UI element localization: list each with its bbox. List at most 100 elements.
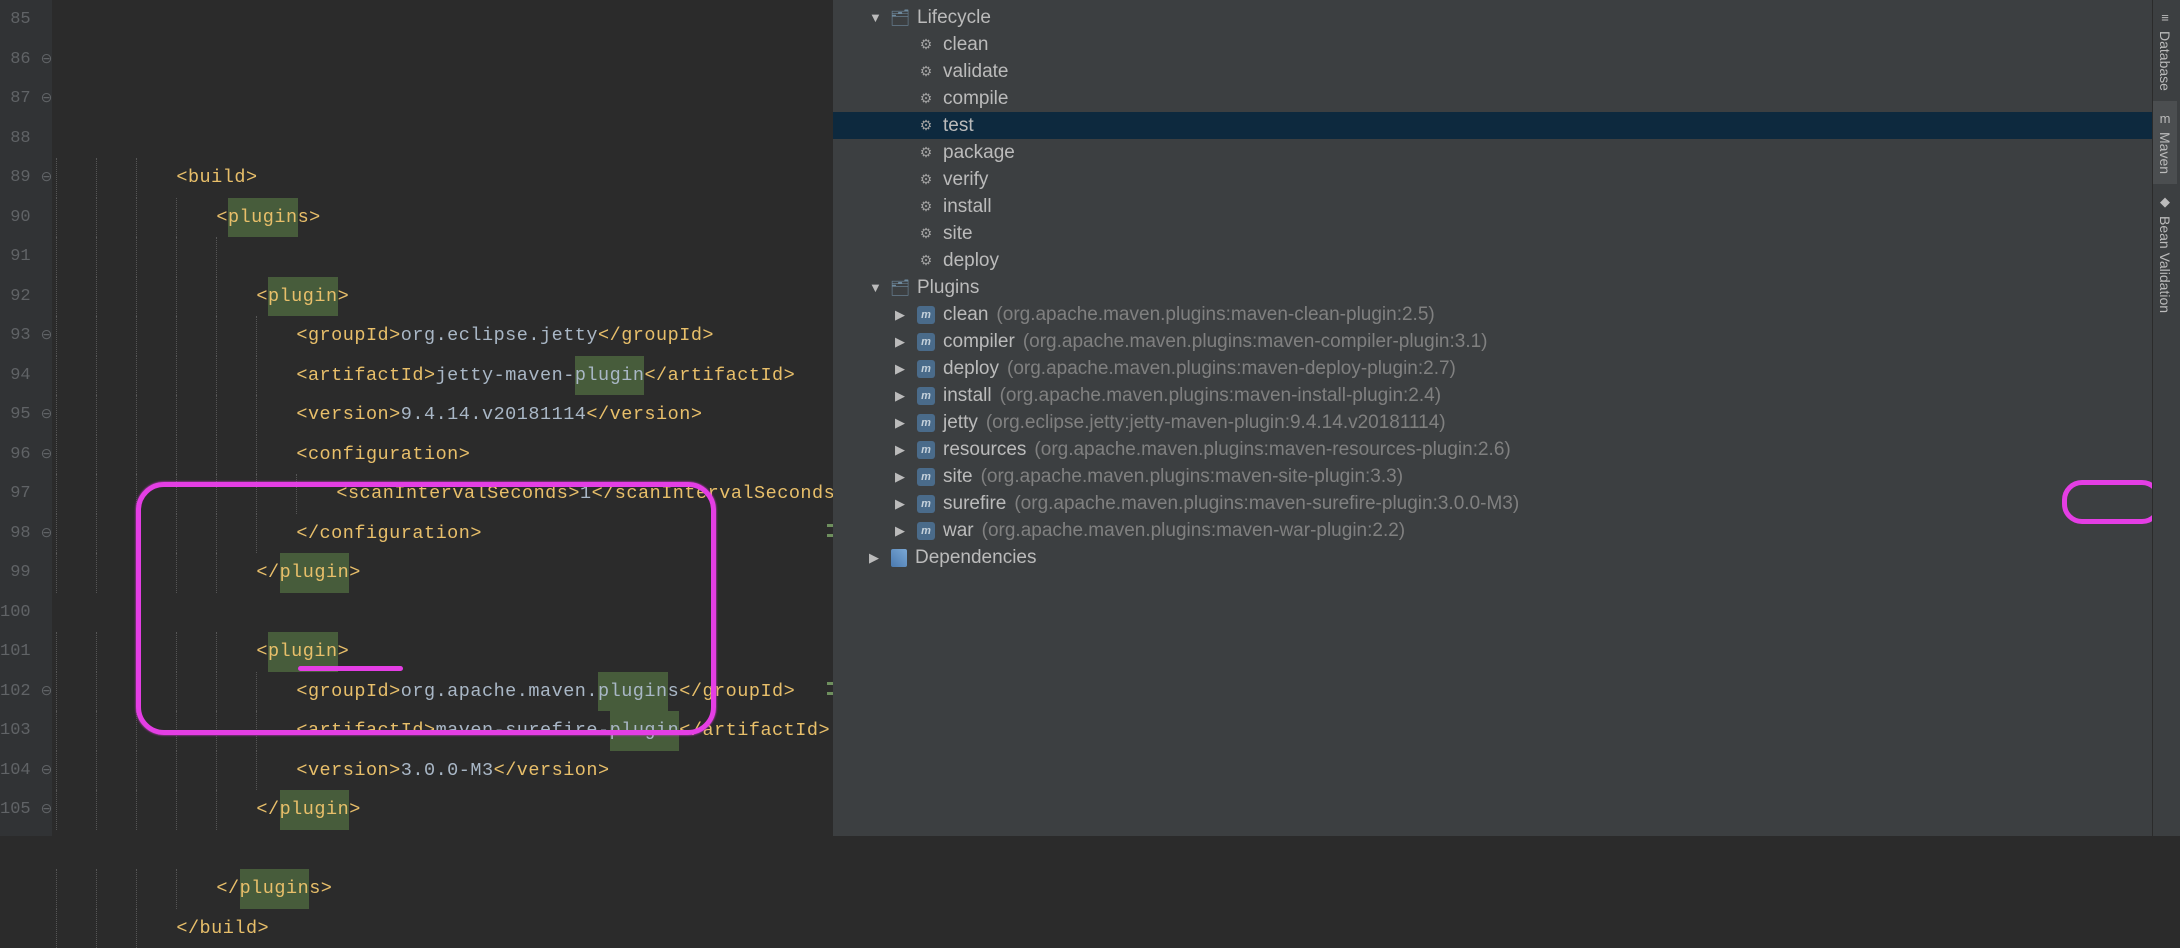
plugin-node-clean[interactable]: ▶mclean (org.apache.maven.plugins:maven-…	[833, 301, 2180, 328]
code-line[interactable]	[56, 593, 847, 633]
fold-handle-icon[interactable]: ⊖	[41, 526, 53, 542]
fold-handle-icon[interactable]: ⊖	[41, 763, 53, 779]
plugin-node-install[interactable]: ▶minstall (org.apache.maven.plugins:mave…	[833, 382, 2180, 409]
fold-handle-icon[interactable]: ⊖	[41, 407, 53, 423]
code-line[interactable]: <scanIntervalSeconds>1</scanIntervalSeco…	[56, 474, 847, 514]
code-line[interactable]: </plugins>	[56, 869, 847, 909]
maven-tool-window[interactable]: ▼🗂Lifecycle⚙clean⚙validate⚙compile⚙test⚙…	[833, 0, 2180, 836]
chevron-right-icon[interactable]: ▶	[895, 523, 909, 539]
code-line[interactable]: <version>3.0.0-M3</version>	[56, 751, 847, 791]
code-area[interactable]: <build><plugins><plugin><groupId>org.ecl…	[52, 0, 847, 836]
maven-plugin-icon: m	[917, 495, 935, 513]
chevron-right-icon[interactable]: ▶	[895, 361, 909, 377]
chevron-right-icon[interactable]: ▶	[895, 496, 909, 512]
tool-tab-bean-validation[interactable]: ◆ Bean Validation	[2153, 184, 2177, 323]
code-line[interactable]: <groupId>org.apache.maven.plugins</group…	[56, 672, 847, 712]
tree-node-label: resources	[943, 439, 1026, 461]
chevron-right-icon[interactable]: ▶	[895, 469, 909, 485]
code-line[interactable]: <plugin>	[56, 277, 847, 317]
lifecycle-goal-validate[interactable]: ⚙validate	[833, 58, 2180, 85]
lifecycle-goal-test[interactable]: ⚙test	[833, 112, 2180, 139]
gear-icon: ⚙	[917, 252, 935, 270]
plugin-node-jetty[interactable]: ▶mjetty (org.eclipse.jetty:jetty-maven-p…	[833, 409, 2180, 436]
tree-node-suffix: (org.apache.maven.plugins:maven-resource…	[1034, 439, 1510, 461]
tree-node-plugins[interactable]: ▼ 🗂 Plugins	[833, 274, 2180, 301]
tree-node-label: site	[943, 466, 973, 488]
lifecycle-goal-verify[interactable]: ⚙ verify	[833, 166, 2180, 193]
line-number: 94	[0, 356, 31, 396]
tool-tab-label: Bean Validation	[2157, 216, 2173, 313]
gear-icon: ⚙	[917, 225, 935, 243]
chevron-down-icon[interactable]: ▼	[869, 10, 883, 25]
tree-node-label: Dependencies	[915, 547, 1036, 569]
line-number: 93	[0, 316, 31, 356]
code-line[interactable]: </build>	[56, 909, 847, 948]
plugin-node-surefire[interactable]: ▶msurefire (org.apache.maven.plugins:mav…	[833, 490, 2180, 517]
tree-node-dependencies[interactable]: ▶ Dependencies	[833, 544, 2180, 571]
code-line[interactable]	[56, 237, 847, 277]
line-number: 86	[0, 40, 31, 80]
code-line[interactable]: </plugin>	[56, 553, 847, 593]
tree-node-suffix: (org.apache.maven.plugins:maven-compiler…	[1023, 331, 1488, 353]
fold-handle-icon[interactable]: ⊖	[41, 170, 53, 186]
maven-plugin-icon: m	[917, 306, 935, 324]
lifecycle-goal-clean[interactable]: ⚙clean	[833, 31, 2180, 58]
gear-icon: ⚙	[917, 117, 935, 135]
plugin-node-compiler[interactable]: ▶mcompiler (org.apache.maven.plugins:mav…	[833, 328, 2180, 355]
lifecycle-goal-compile[interactable]: ⚙compile	[833, 85, 2180, 112]
plugin-node-site[interactable]: ▶msite (org.apache.maven.plugins:maven-s…	[833, 463, 2180, 490]
folder-icon: 🗂	[891, 279, 909, 297]
line-number: 97	[0, 474, 31, 514]
fold-handle-icon[interactable]: ⊖	[41, 91, 53, 107]
tool-tab-database[interactable]: ≡Database	[2153, 0, 2177, 101]
plugin-node-war[interactable]: ▶mwar (org.apache.maven.plugins:maven-wa…	[833, 517, 2180, 544]
code-line[interactable]: <groupId>org.eclipse.jetty</groupId>	[56, 316, 847, 356]
code-line[interactable]	[56, 830, 847, 870]
code-editor[interactable]: 8586878889909192939495969798991001011021…	[0, 0, 833, 836]
tree-node-suffix: (org.apache.maven.plugins:maven-install-…	[1000, 385, 1441, 407]
fold-handle-icon[interactable]: ⊖	[41, 328, 53, 344]
chevron-right-icon[interactable]: ▶	[895, 388, 909, 404]
chevron-right-icon[interactable]: ▶	[895, 307, 909, 323]
gear-icon: ⚙	[917, 171, 935, 189]
lifecycle-goal-install[interactable]: ⚙install	[833, 193, 2180, 220]
tree-node-lifecycle[interactable]: ▼🗂Lifecycle	[833, 4, 2180, 31]
code-line[interactable]: <artifactId>jetty-maven-plugin</artifact…	[56, 356, 847, 396]
tool-tab-maven[interactable]: mMaven	[2153, 101, 2177, 184]
maven-plugin-icon: m	[917, 522, 935, 540]
chevron-right-icon[interactable]: ▶	[895, 334, 909, 350]
code-line[interactable]: <plugin>	[56, 632, 847, 672]
code-line[interactable]	[56, 119, 847, 159]
lifecycle-goal-package[interactable]: ⚙package	[833, 139, 2180, 166]
chevron-right-icon[interactable]: ▶	[895, 442, 909, 458]
tree-node-label: verify	[943, 169, 988, 191]
right-tool-strip[interactable]: ≡DatabasemMaven ◆ Bean Validation	[2152, 0, 2180, 836]
fold-handle-icon[interactable]: ⊖	[41, 52, 53, 68]
chevron-down-icon[interactable]: ▼	[869, 280, 883, 295]
code-line[interactable]: <plugins>	[56, 198, 847, 238]
code-line[interactable]: <build>	[56, 158, 847, 198]
line-number: 95	[0, 395, 31, 435]
chevron-right-icon[interactable]: ▶	[895, 415, 909, 431]
gear-icon: ⚙	[917, 63, 935, 81]
fold-handle-icon[interactable]: ⊖	[41, 684, 53, 700]
tree-node-label: install	[943, 196, 992, 218]
chevron-right-icon[interactable]: ▶	[869, 550, 883, 566]
fold-handle-icon[interactable]: ⊖	[41, 447, 53, 463]
code-line[interactable]: </configuration>	[56, 514, 847, 554]
tree-node-label: jetty	[943, 412, 978, 434]
fold-column[interactable]: ⊖ ⊖ ⊖ ⊖ ⊖ ⊖ ⊖ ⊖ ⊖ ⊖	[41, 0, 53, 836]
plugin-node-resources[interactable]: ▶mresources (org.apache.maven.plugins:ma…	[833, 436, 2180, 463]
code-line[interactable]: <configuration>	[56, 435, 847, 475]
lifecycle-goal-site[interactable]: ⚙site	[833, 220, 2180, 247]
fold-handle-icon[interactable]: ⊖	[41, 802, 53, 818]
lifecycle-goal-deploy[interactable]: ⚙deploy	[833, 247, 2180, 274]
tree-node-label: compile	[943, 88, 1008, 110]
code-line[interactable]: </plugin>	[56, 790, 847, 830]
tree-node-label: Plugins	[917, 277, 979, 299]
code-line[interactable]: <version>9.4.14.v20181114</version>	[56, 395, 847, 435]
plugin-node-deploy[interactable]: ▶mdeploy (org.apache.maven.plugins:maven…	[833, 355, 2180, 382]
code-line[interactable]: <artifactId>maven-surefire-plugin</artif…	[56, 711, 847, 751]
line-number-gutter: 8586878889909192939495969798991001011021…	[0, 0, 41, 836]
tool-tab-icon: ◆	[2160, 194, 2170, 210]
